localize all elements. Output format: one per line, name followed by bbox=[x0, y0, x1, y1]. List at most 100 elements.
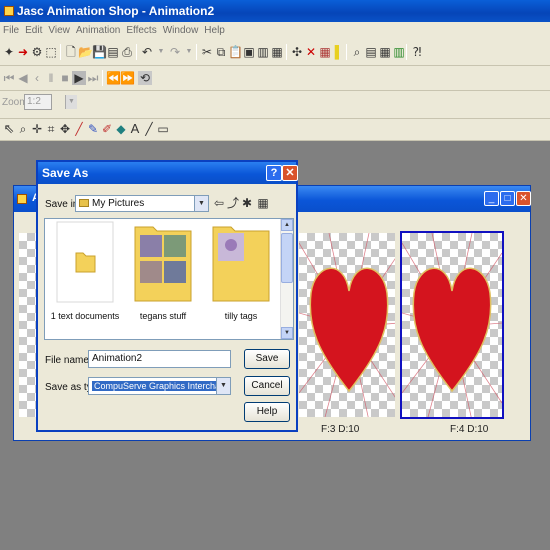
save-button[interactable]: Save bbox=[244, 349, 290, 369]
standard-toolbar: ✦ ➜ ⚙ ⬚ 🗋 📂 💾 ▤ ⎙ ↶ ▼ ↷ ▼ ✂ ⧉ 📋 ▣ ▥ ▦ ✣ … bbox=[0, 38, 550, 66]
dropper-tool-icon[interactable]: ╱ bbox=[72, 122, 86, 136]
prev-frame-icon[interactable]: ‹ bbox=[30, 71, 44, 85]
copy-icon[interactable]: ⧉ bbox=[214, 45, 228, 59]
close-icon[interactable]: ✕ bbox=[282, 165, 298, 181]
up-folder-icon[interactable]: ⤴ bbox=[226, 196, 240, 210]
folder-item[interactable]: tegans stuff bbox=[127, 221, 199, 321]
preferences-icon[interactable]: ▥ bbox=[392, 45, 406, 59]
crosshair-tool-icon[interactable]: ✛ bbox=[30, 122, 44, 136]
save-in-select[interactable]: My Pictures ▼ bbox=[75, 195, 209, 212]
zoom-tool-icon[interactable]: ⌕ bbox=[16, 122, 30, 136]
save-as-dialog: Save As ? ✕ Save in: My Pictures ▼ ⇦ ⤴ ✱… bbox=[36, 160, 298, 432]
menu-bar: File Edit View Animation Effects Window Help bbox=[0, 22, 550, 38]
new-file-icon[interactable]: 🗋 bbox=[64, 45, 78, 59]
view-menu-icon[interactable]: ▦ bbox=[256, 196, 270, 210]
arrow-tool-icon[interactable]: ⇖ bbox=[2, 122, 16, 136]
minimize-icon[interactable]: _ bbox=[484, 191, 499, 206]
zoom-value: 1:2 bbox=[27, 96, 41, 107]
maximize-icon[interactable]: □ bbox=[500, 191, 515, 206]
scroll-up-icon[interactable]: ▲ bbox=[281, 219, 293, 231]
save-as-type-value: CompuServe Graphics Interchange (*.gif) bbox=[92, 381, 230, 391]
file-name-field[interactable]: Animation2 bbox=[88, 350, 231, 368]
menu-edit[interactable]: Edit bbox=[22, 23, 45, 39]
paintbrush-tool-icon[interactable]: ✎ bbox=[86, 122, 100, 136]
text-tool-icon[interactable]: A bbox=[128, 122, 142, 136]
menu-animation[interactable]: Animation bbox=[73, 23, 123, 39]
first-frame-icon[interactable]: ⏮ bbox=[2, 71, 16, 85]
line-tool-icon[interactable]: ╱ bbox=[142, 122, 156, 136]
scroll-thumb[interactable] bbox=[281, 233, 293, 283]
optimize-icon[interactable]: ⚙ bbox=[30, 45, 44, 59]
folder-item[interactable]: 1 text documents bbox=[49, 221, 121, 321]
dialog-titlebar[interactable]: Save As bbox=[38, 162, 296, 184]
move-tool-icon[interactable]: ✥ bbox=[58, 122, 72, 136]
paste-icon[interactable]: 📋 bbox=[228, 45, 243, 59]
crop-tool-icon[interactable]: ⌗ bbox=[44, 122, 58, 136]
animation-wizard-icon[interactable]: ✦ bbox=[2, 45, 16, 59]
frame-3[interactable] bbox=[297, 231, 397, 419]
loop-icon[interactable]: ⟲ bbox=[138, 71, 152, 85]
document-icon bbox=[17, 194, 27, 204]
shape-tool-icon[interactable]: ▭ bbox=[156, 122, 170, 136]
menu-help[interactable]: Help bbox=[201, 23, 228, 39]
light-icon[interactable]: ▌ bbox=[332, 45, 346, 59]
frame-4[interactable] bbox=[400, 231, 504, 419]
cancel-button[interactable]: Cancel bbox=[244, 376, 290, 396]
app-titlebar: Jasc Animation Shop - Animation2 bbox=[0, 0, 550, 22]
step-back-icon[interactable]: ⏪ bbox=[106, 71, 121, 85]
menu-file[interactable]: File bbox=[0, 23, 22, 39]
vcr-toolbar: ⏮ ◀ ‹ ‖ ■ ▶ ⏭ ⏪ ⏩ ⟲ bbox=[0, 66, 550, 91]
menu-effects[interactable]: Effects bbox=[123, 23, 159, 39]
zoom-icon[interactable]: ⌕ bbox=[350, 45, 364, 59]
chevron-down-icon[interactable]: ▼ bbox=[194, 196, 208, 211]
text-effect-icon[interactable]: ▦ bbox=[318, 45, 332, 59]
cut-icon[interactable]: ✂ bbox=[200, 45, 214, 59]
step-forward-icon[interactable]: ⏩ bbox=[120, 71, 135, 85]
chevron-down-icon[interactable]: ▼ bbox=[65, 95, 77, 109]
zoom-select[interactable]: 1:2 ▼ bbox=[24, 94, 77, 110]
fill-tool-icon[interactable]: ◆ bbox=[114, 122, 128, 136]
photo-folder-icon bbox=[212, 221, 270, 303]
redo-dropdown-icon[interactable]: ▼ bbox=[182, 45, 196, 59]
pause-icon[interactable]: ‖ bbox=[44, 71, 58, 85]
new-folder-icon[interactable]: ✱ bbox=[240, 196, 254, 210]
paste-after-icon[interactable]: ▥ bbox=[256, 45, 270, 59]
chevron-down-icon[interactable]: ▼ bbox=[216, 378, 230, 394]
file-list-scrollbar[interactable]: ▲ ▼ bbox=[280, 219, 293, 339]
redo-icon[interactable]: ↷ bbox=[168, 45, 182, 59]
file-list: 1 text documents tegans stuff tilly tags… bbox=[44, 218, 294, 340]
banner-wizard-icon[interactable]: ➜ bbox=[16, 45, 30, 59]
help-button[interactable]: Help bbox=[244, 402, 290, 422]
help-icon[interactable]: ? bbox=[266, 165, 282, 181]
help-pointer-icon[interactable]: ⁈ bbox=[410, 45, 424, 59]
frame-properties-icon[interactable]: ▤ bbox=[364, 45, 378, 59]
undo-icon[interactable]: ↶ bbox=[140, 45, 154, 59]
print-icon[interactable]: ⎙ bbox=[120, 45, 134, 59]
back-arrow-icon[interactable]: ⇦ bbox=[212, 196, 226, 210]
menu-window[interactable]: Window bbox=[160, 23, 202, 39]
close-icon[interactable]: ✕ bbox=[516, 191, 531, 206]
stop-icon[interactable]: ■ bbox=[58, 71, 72, 85]
undo-dropdown-icon[interactable]: ▼ bbox=[154, 45, 168, 59]
paste-frame-icon[interactable]: ▣ bbox=[242, 45, 256, 59]
folder-item[interactable]: tilly tags bbox=[205, 221, 277, 321]
delete-frame-icon[interactable]: ▦ bbox=[270, 45, 284, 59]
effect-icon[interactable]: ✕ bbox=[304, 45, 318, 59]
app-title: Jasc Animation Shop - Animation2 bbox=[17, 4, 215, 18]
play-icon[interactable]: ▶ bbox=[72, 71, 86, 85]
save-as-type-select[interactable]: CompuServe Graphics Interchange (*.gif) … bbox=[88, 377, 231, 395]
eraser-tool-icon[interactable]: ✐ bbox=[100, 122, 114, 136]
play-animation-icon[interactable]: ▦ bbox=[378, 45, 392, 59]
open-folder-icon[interactable]: 📂 bbox=[78, 45, 93, 59]
save-icon[interactable]: 💾 bbox=[92, 45, 107, 59]
rewind-icon[interactable]: ◀ bbox=[16, 71, 30, 85]
save-all-icon[interactable]: ▤ bbox=[106, 45, 120, 59]
import-icon[interactable]: ⬚ bbox=[44, 45, 58, 59]
menu-view[interactable]: View bbox=[45, 23, 73, 39]
scroll-down-icon[interactable]: ▼ bbox=[281, 327, 293, 339]
frame-3-label: F:3 D:10 bbox=[321, 424, 360, 435]
transition-icon[interactable]: ✣ bbox=[290, 45, 304, 59]
heart-image bbox=[299, 233, 395, 417]
folder-icon bbox=[56, 221, 114, 303]
last-frame-icon[interactable]: ⏭ bbox=[86, 71, 100, 85]
